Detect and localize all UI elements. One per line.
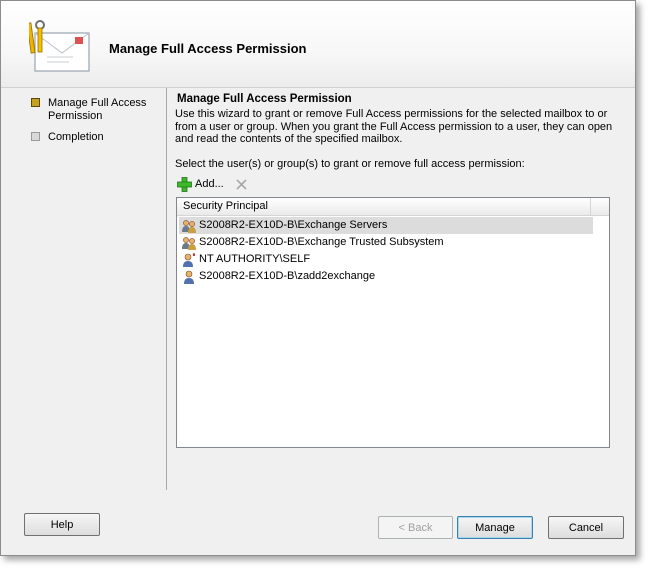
remove-button[interactable] — [235, 175, 248, 193]
group-icon — [182, 236, 196, 250]
page-title: Manage Full Access Permission — [109, 41, 307, 56]
content-description: Use this wizard to grant or remove Full … — [175, 108, 613, 145]
table-row[interactable]: S2008R2-EX10D-B\Exchange Servers — [179, 217, 593, 234]
group-icon — [182, 219, 196, 233]
select-principals-label: Select the user(s) or group(s) to grant … — [175, 158, 525, 170]
security-principals-list[interactable]: Security Principal S2008R2-EX10D-B\Excha… — [176, 197, 610, 448]
manage-button[interactable]: Manage — [457, 516, 533, 539]
user-icon — [184, 270, 194, 284]
principal-name: S2008R2-EX10D-B\Exchange Servers — [199, 219, 388, 231]
back-button[interactable]: < Back — [378, 516, 453, 539]
step-label: Completion — [48, 131, 104, 143]
add-button-label: Add... — [195, 178, 224, 190]
step-active-icon — [31, 98, 40, 107]
wizard-window: Manage Full Access Permission Manage Ful… — [0, 0, 636, 556]
step-manage-full-access: Manage Full Access Permission — [31, 97, 161, 123]
table-row[interactable]: S2008R2-EX10D-B\zadd2exchange — [179, 268, 593, 285]
cancel-button[interactable]: Cancel — [548, 516, 624, 539]
add-plus-icon — [177, 176, 192, 192]
principal-name: NT AUTHORITY\SELF — [199, 253, 311, 265]
step-label: Manage Full Access Permission — [48, 97, 147, 122]
add-button[interactable]: Add... — [177, 175, 224, 193]
column-header-label: Security Principal — [177, 198, 591, 215]
nav-divider — [166, 88, 167, 490]
wizard-steps-nav: Manage Full Access Permission Completion — [31, 97, 161, 152]
step-inactive-icon — [31, 132, 40, 141]
header-divider — [1, 87, 635, 88]
wizard-mail-tools-icon — [26, 19, 97, 75]
table-row[interactable]: NT AUTHORITY\SELF — [179, 251, 593, 268]
column-header-security-principal[interactable]: Security Principal — [177, 198, 609, 216]
table-row[interactable]: S2008R2-EX10D-B\Exchange Trusted Subsyst… — [179, 234, 593, 251]
help-button[interactable]: Help — [24, 513, 100, 536]
principal-name: S2008R2-EX10D-B\Exchange Trusted Subsyst… — [199, 236, 444, 248]
principal-name: S2008R2-EX10D-B\zadd2exchange — [199, 270, 376, 282]
wizard-header: Manage Full Access Permission — [1, 1, 635, 87]
remove-x-icon — [236, 178, 247, 190]
user-special-icon — [183, 252, 196, 267]
content-title: Manage Full Access Permission — [177, 93, 352, 105]
step-completion: Completion — [31, 131, 161, 144]
